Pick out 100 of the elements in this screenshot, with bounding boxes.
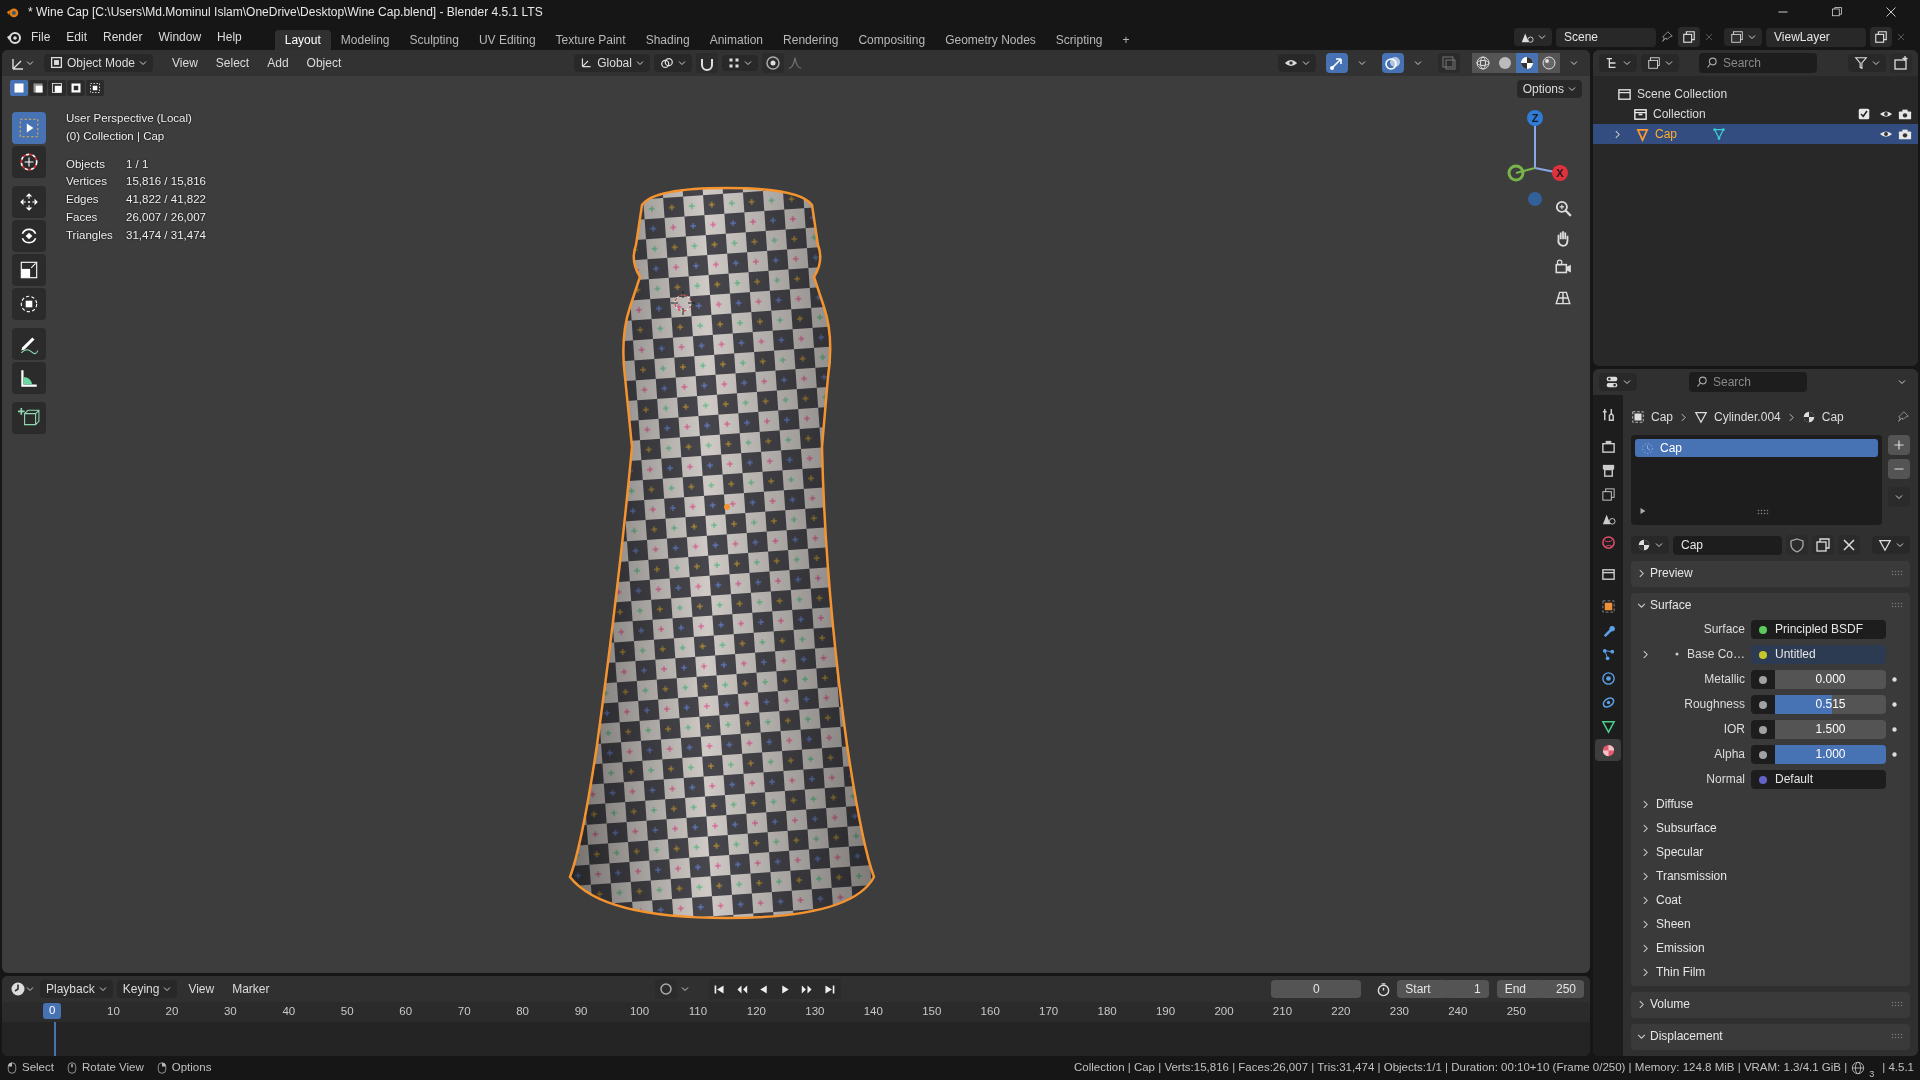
frame-number: 210: [1272, 1005, 1293, 1019]
frame-number: 150: [922, 1005, 942, 1019]
outliner-label: Collection: [1653, 106, 1706, 122]
frame-number: 200: [1214, 1005, 1234, 1019]
field-label: Alpha: [1714, 747, 1745, 762]
breadcrumb-item: Cap: [1821, 409, 1844, 425]
playhead[interactable]: 0: [43, 1003, 62, 1019]
number-field[interactable]: 1.500: [1775, 720, 1886, 739]
menu-dropdown[interactable]: Keying: [116, 979, 178, 999]
panel-header[interactable]: Displacement: [1631, 1024, 1910, 1048]
subpanel-header[interactable]: Transmission: [1631, 864, 1910, 888]
subpanel-header[interactable]: Specular: [1631, 840, 1910, 864]
network-count: 3: [1869, 1069, 1875, 1080]
subpanel-header[interactable]: Thin Film: [1631, 960, 1910, 984]
subpanel-title: Specular: [1656, 844, 1704, 860]
menu-item[interactable]: Object: [299, 53, 349, 73]
frame-number: 30: [223, 1005, 237, 1019]
menu-item[interactable]: Window: [151, 27, 209, 47]
frame-number: 70: [457, 1005, 471, 1019]
workspace-tab[interactable]: Sculpting: [399, 29, 469, 50]
material-slot[interactable]: Cap: [1635, 439, 1878, 458]
shortcut-hint: Select: [22, 1061, 54, 1075]
current-frame-field[interactable]: 0: [1271, 979, 1362, 999]
field-label: Surface: [1703, 622, 1745, 637]
panel-title: Volume: [1650, 996, 1692, 1012]
panel-title: Preview: [1650, 565, 1694, 581]
menu-item[interactable]: Render: [96, 27, 150, 47]
navigation-gizmo[interactable]: Z X: [1507, 110, 1568, 206]
stat-value: 1 / 1: [126, 157, 150, 172]
menu-item[interactable]: View: [165, 53, 205, 73]
workspace-tab[interactable]: Scripting: [1045, 29, 1113, 50]
slot-label: Cap: [1660, 441, 1682, 456]
menu-item[interactable]: Marker: [225, 979, 277, 999]
panel-header[interactable]: Preview: [1631, 561, 1910, 585]
viewport-info-text: (0) Collection | Cap: [66, 129, 166, 144]
frame-number: 120: [746, 1005, 766, 1019]
frame-number: 20: [165, 1005, 179, 1019]
view-layer-name-field[interactable]: ViewLayer: [1766, 27, 1866, 47]
search-field[interactable]: Search: [1699, 53, 1817, 73]
outliner-row[interactable]: Cap: [1593, 124, 1918, 144]
end-frame-field[interactable]: 250: [1540, 979, 1584, 999]
stat-label: Objects: [66, 157, 106, 172]
add-workspace-button[interactable]: +: [1112, 29, 1140, 50]
outliner-label: Cap: [1655, 126, 1677, 142]
workspace-tab[interactable]: Compositing: [848, 29, 936, 50]
subpanel-header[interactable]: Emission: [1631, 936, 1910, 960]
outliner-label: Scene Collection: [1637, 86, 1728, 102]
workspace-tab[interactable]: Modeling: [330, 29, 400, 50]
workspace-tab[interactable]: Rendering: [773, 29, 849, 50]
frame-number: 240: [1448, 1005, 1468, 1019]
field-label: Normal: [1706, 772, 1745, 787]
menu-item[interactable]: Help: [210, 27, 249, 47]
stat-label: Edges: [66, 193, 100, 207]
panel-header[interactable]: Surface: [1631, 593, 1910, 617]
start-frame-field[interactable]: 1: [1444, 979, 1489, 999]
workspace-tab[interactable]: Shading: [635, 29, 700, 50]
frame-number: 160: [980, 1005, 1000, 1019]
search-field[interactable]: Search: [1689, 372, 1807, 392]
menu-item[interactable]: File: [24, 27, 58, 47]
frame-number: 110: [688, 1005, 708, 1019]
workspace-tab[interactable]: Geometry Nodes: [935, 29, 1046, 50]
stat-label: Vertices: [66, 175, 108, 190]
frame-number: 130: [805, 1005, 825, 1019]
menu-label: Keying: [122, 981, 160, 997]
workspace-tab[interactable]: Layout: [274, 29, 331, 50]
workspace-tab[interactable]: Texture Paint: [545, 29, 636, 50]
workspace-tab[interactable]: UV Editing: [468, 29, 546, 50]
outliner-row[interactable]: Scene Collection: [1593, 84, 1918, 104]
breadcrumb-item: Cylinder.004: [1714, 409, 1781, 425]
subpanel-header[interactable]: Diffuse: [1631, 792, 1910, 816]
options-dropdown[interactable]: Options: [1516, 80, 1582, 99]
subpanel-header[interactable]: Subsurface: [1631, 816, 1910, 840]
subpanel-header[interactable]: Coat: [1631, 888, 1910, 912]
outliner-row[interactable]: Collection: [1593, 104, 1918, 124]
scene-name-field[interactable]: Scene: [1556, 27, 1656, 47]
frame-number: 40: [282, 1005, 296, 1019]
subpanel-title: Emission: [1656, 940, 1705, 956]
field-label: Roughness: [1684, 697, 1745, 712]
menu-item[interactable]: Edit: [59, 27, 95, 47]
menu-dropdown[interactable]: Playback: [40, 979, 113, 999]
subpanel-header[interactable]: Sheen: [1631, 912, 1910, 936]
value-slider[interactable]: 0.000: [1775, 670, 1886, 689]
orientation-dropdown[interactable]: Global: [574, 53, 650, 73]
workspace-tab[interactable]: Animation: [699, 29, 774, 50]
window-title: * Wine Cap [C:\Users\Md.Mominul Islam\OneDrive\Desktop\Wine Cap.blend] - Blender 4.5.1 LTS: [28, 4, 543, 20]
scene-statistics: Collection | Cap | Verts:15,816 | Faces:26,007 | Tris:31,474 | Objects:1/1 | Duration: 00:10+10 (Frame 0/250) | Memory: 124.8 MiB | VRAM: 1.3/4.1 GiB |: [1074, 1061, 1848, 1075]
frame-number: 60: [399, 1005, 413, 1019]
menu-item[interactable]: Add: [260, 53, 296, 73]
stat-value: 41,822 / 41,822: [126, 193, 206, 207]
panel-header[interactable]: Volume: [1631, 992, 1910, 1016]
value-slider[interactable]: 1.000: [1775, 745, 1886, 764]
frame-number: 10: [107, 1005, 120, 1019]
mode-dropdown[interactable]: Object Mode: [44, 53, 154, 73]
subpanel-title: Subsurface: [1656, 820, 1717, 836]
frame-number: 220: [1331, 1005, 1351, 1019]
options-label: Options: [1522, 82, 1564, 97]
value-slider[interactable]: 0.515: [1775, 695, 1886, 714]
material-name-field[interactable]: Cap: [1673, 535, 1782, 555]
menu-item[interactable]: Select: [208, 53, 257, 73]
menu-item[interactable]: View: [181, 979, 222, 999]
